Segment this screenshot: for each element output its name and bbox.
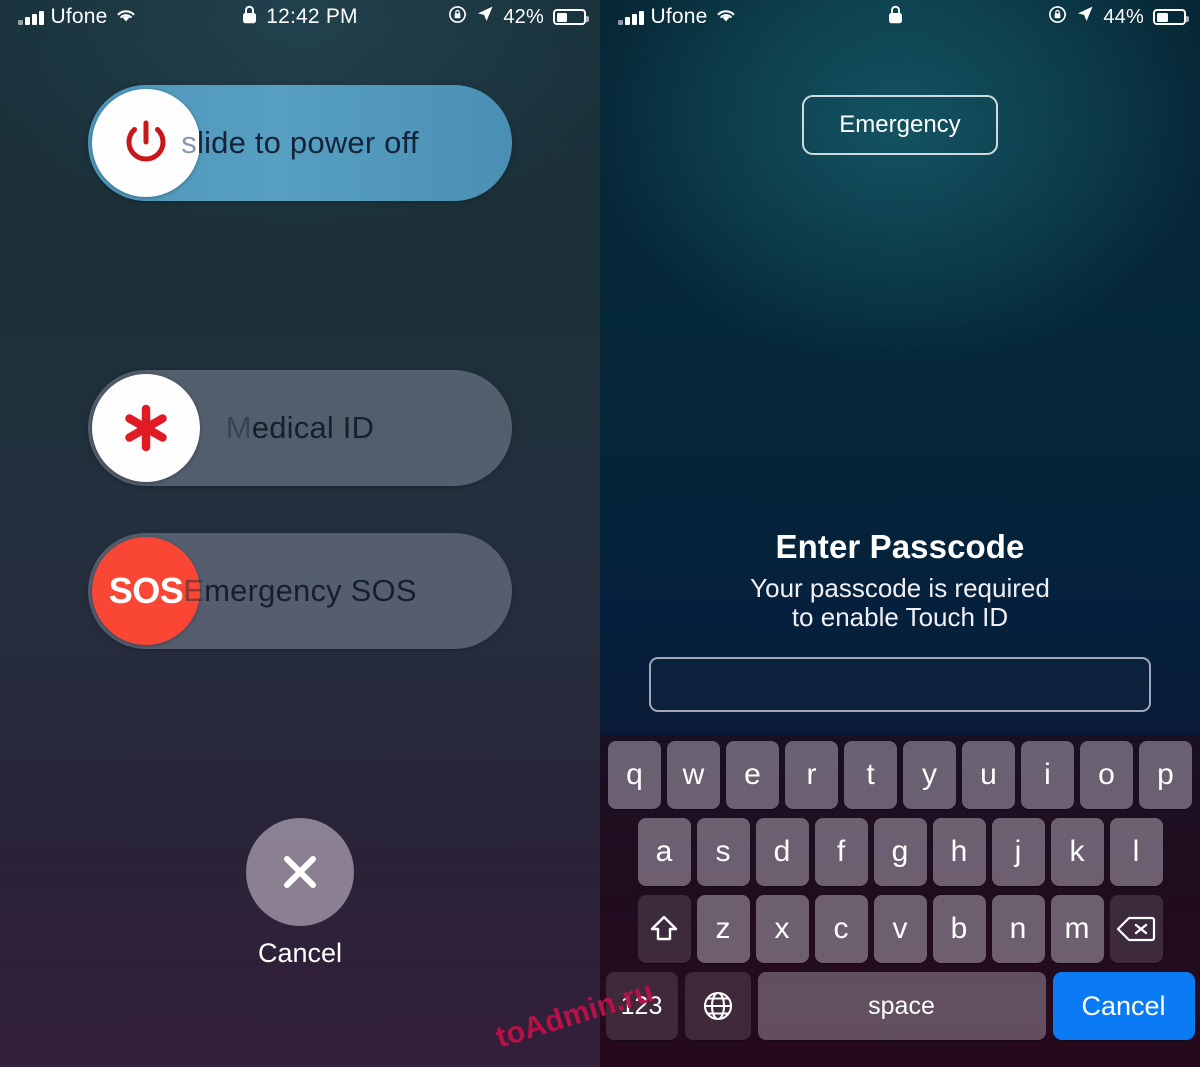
- cancel-button-label: Cancel: [257, 938, 343, 968]
- key-y[interactable]: y: [903, 741, 956, 809]
- emergency-button-label: Emergency: [839, 111, 961, 138]
- key-q[interactable]: q: [608, 741, 661, 809]
- left-status-bar: Ufone 12:42 PM 42%: [0, 0, 600, 34]
- keyboard-cancel-button[interactable]: Cancel: [1052, 972, 1195, 1040]
- slide-label-rest: lide to power off: [197, 125, 419, 160]
- key-p[interactable]: p: [1139, 741, 1192, 809]
- passcode-subtitle-line1: Your passcode is required: [750, 573, 1050, 603]
- keyboard-row-4: 123 space Cancel: [600, 972, 1200, 1040]
- status-time: 12:42 PM: [266, 5, 358, 28]
- location-arrow-icon: [476, 5, 494, 29]
- wifi-icon: [715, 5, 737, 29]
- shift-arrow-icon[interactable]: [637, 895, 691, 963]
- key-numbers[interactable]: 123: [605, 972, 678, 1040]
- key-r[interactable]: r: [785, 741, 838, 809]
- key-z[interactable]: z: [696, 895, 750, 963]
- battery-percent: 44%: [1103, 5, 1144, 28]
- keyboard-row-1: q w e r t y u i o p: [600, 741, 1200, 809]
- rotation-lock-icon: [1048, 5, 1067, 30]
- battery-percent: 42%: [503, 5, 544, 28]
- emergency-sos-slider[interactable]: SOS Emergency SOS: [88, 533, 512, 649]
- right-screen-passcode: Ufone 44% Emergency Enter Passcode Your …: [600, 0, 1200, 1067]
- location-arrow-icon: [1076, 5, 1094, 29]
- backspace-delete-icon[interactable]: [1109, 895, 1163, 963]
- battery-icon: [1153, 9, 1189, 25]
- key-c[interactable]: c: [814, 895, 868, 963]
- key-space[interactable]: space: [757, 972, 1046, 1040]
- page-title: Enter Passcode: [775, 528, 1025, 565]
- key-w[interactable]: w: [667, 741, 720, 809]
- medical-label-rest: edical ID: [251, 410, 375, 445]
- lock-icon: [242, 5, 257, 30]
- key-d[interactable]: d: [755, 818, 809, 886]
- emergency-sos-label: Emergency SOS: [88, 573, 512, 609]
- key-s[interactable]: s: [696, 818, 750, 886]
- slide-to-power-off[interactable]: slide to power off: [88, 85, 512, 201]
- close-x-icon[interactable]: [246, 818, 354, 926]
- key-u[interactable]: u: [962, 741, 1015, 809]
- sos-label-rest: mergency SOS: [204, 573, 417, 608]
- battery-icon: [553, 9, 589, 25]
- key-h[interactable]: h: [932, 818, 986, 886]
- right-status-bar: Ufone 44%: [600, 0, 1200, 34]
- passcode-subtitle: Your passcode is required to enable Touc…: [750, 573, 1050, 633]
- key-k[interactable]: k: [1050, 818, 1104, 886]
- medical-label-dim: M: [225, 410, 252, 445]
- screenshot-root: Ufone 12:42 PM 42% slide to power off Me…: [0, 0, 1200, 1067]
- keyboard-row-2: a s d f g h j k l: [600, 818, 1200, 886]
- onscreen-keyboard: q w e r t y u i o p a s d f g h j k l z …: [600, 735, 1200, 1067]
- cellular-bars-icon: [18, 10, 44, 25]
- slide-to-power-off-label: slide to power off: [88, 125, 512, 161]
- key-t[interactable]: t: [844, 741, 897, 809]
- cellular-bars-icon: [618, 10, 644, 25]
- key-l[interactable]: l: [1109, 818, 1163, 886]
- key-v[interactable]: v: [873, 895, 927, 963]
- carrier-name: Ufone: [50, 5, 108, 28]
- carrier-name: Ufone: [650, 5, 708, 28]
- key-f[interactable]: f: [814, 818, 868, 886]
- key-e[interactable]: e: [726, 741, 779, 809]
- medical-id-label: Medical ID: [88, 410, 512, 446]
- lock-icon: [888, 5, 903, 30]
- wifi-icon: [115, 5, 137, 29]
- passcode-subtitle-line2: to enable Touch ID: [791, 602, 1009, 633]
- rotation-lock-icon: [448, 5, 467, 30]
- key-b[interactable]: b: [932, 895, 986, 963]
- globe-language-icon[interactable]: [684, 972, 751, 1040]
- keyboard-row-3: z x c v b n m: [600, 895, 1200, 963]
- key-g[interactable]: g: [873, 818, 927, 886]
- slide-label-dim: s: [181, 125, 197, 160]
- key-n[interactable]: n: [991, 895, 1045, 963]
- key-m[interactable]: m: [1050, 895, 1104, 963]
- sos-label-dim: E: [183, 573, 205, 608]
- emergency-button[interactable]: Emergency: [802, 95, 998, 155]
- passcode-prompt: Enter Passcode Your passcode is required…: [600, 528, 1200, 632]
- cancel-button[interactable]: Cancel: [0, 818, 600, 969]
- medical-id-slider[interactable]: Medical ID: [88, 370, 512, 486]
- key-i[interactable]: i: [1021, 741, 1074, 809]
- key-a[interactable]: a: [637, 818, 691, 886]
- status-left-group: Ufone: [0, 5, 137, 29]
- status-right-group: 42%: [448, 5, 589, 30]
- key-x[interactable]: x: [755, 895, 809, 963]
- passcode-input[interactable]: [649, 657, 1151, 712]
- key-j[interactable]: j: [991, 818, 1045, 886]
- left-screen-power-off: Ufone 12:42 PM 42% slide to power off Me…: [0, 0, 600, 1067]
- status-right-group: 44%: [1048, 5, 1189, 30]
- status-left-group: Ufone: [600, 5, 737, 29]
- key-o[interactable]: o: [1080, 741, 1133, 809]
